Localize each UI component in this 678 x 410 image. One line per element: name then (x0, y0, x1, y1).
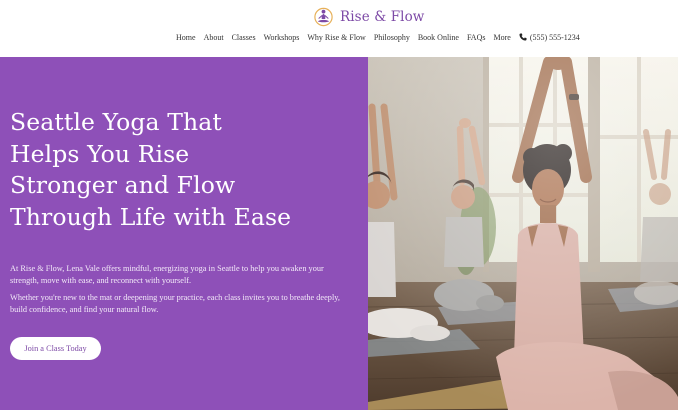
hero-heading-line: Helps You Rise (10, 139, 190, 168)
hero-heading: Seattle Yoga That Helps You Rise Stronge… (10, 107, 360, 233)
brand-name: Rise & Flow (340, 9, 425, 25)
nav-item-about[interactable]: About (204, 33, 224, 42)
meditating-figure-icon (314, 7, 333, 27)
nav-item-home[interactable]: Home (176, 33, 196, 42)
hero-panel: Seattle Yoga That Helps You Rise Stronge… (0, 57, 368, 410)
nav-item-faqs[interactable]: FAQs (467, 33, 486, 42)
phone-icon (519, 33, 527, 41)
brand-logo-link[interactable]: Rise & Flow (314, 6, 424, 28)
nav-item-why-rise-flow[interactable]: Why Rise & Flow (307, 33, 365, 42)
nav-item-workshops[interactable]: Workshops (264, 33, 300, 42)
phone-link[interactable]: (555) 555-1234 (519, 33, 580, 42)
hero-invite-paragraph: Whether you're new to the mat or deepeni… (10, 293, 340, 315)
site-header: Rise & Flow Home About Classes Workshops… (0, 0, 678, 57)
hero-intro-paragraph: At Rise & Flow, Lena Vale offers mindful… (10, 264, 324, 286)
hero-heading-line: Through Life with Ease (10, 202, 292, 231)
hero-heading-line: Stronger and Flow (10, 171, 236, 199)
hero-heading-line: Seattle Yoga That (10, 108, 222, 136)
join-class-button[interactable]: Join a Class Today (10, 337, 101, 360)
nav-item-book-online[interactable]: Book Online (418, 33, 459, 42)
phone-number: (555) 555-1234 (529, 32, 580, 42)
nav-item-more[interactable]: More (493, 33, 510, 42)
nav-item-philosophy[interactable]: Philosophy (374, 33, 410, 42)
main-nav: Home About Classes Workshops Why Rise & … (176, 31, 580, 43)
yoga-class-photo (368, 57, 678, 410)
nav-item-classes[interactable]: Classes (232, 33, 256, 42)
